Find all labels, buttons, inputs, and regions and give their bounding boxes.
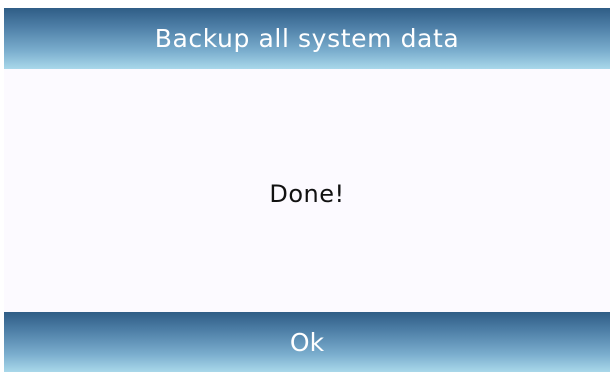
dialog-title-bar: Backup all system data bbox=[4, 8, 610, 69]
dialog-body: Done! bbox=[4, 69, 610, 312]
backup-dialog: Backup all system data Done! Ok bbox=[4, 8, 610, 372]
status-message: Done! bbox=[269, 179, 345, 208]
ok-button[interactable]: Ok bbox=[4, 312, 610, 372]
ok-button-label: Ok bbox=[289, 327, 325, 357]
dialog-title: Backup all system data bbox=[154, 24, 460, 53]
